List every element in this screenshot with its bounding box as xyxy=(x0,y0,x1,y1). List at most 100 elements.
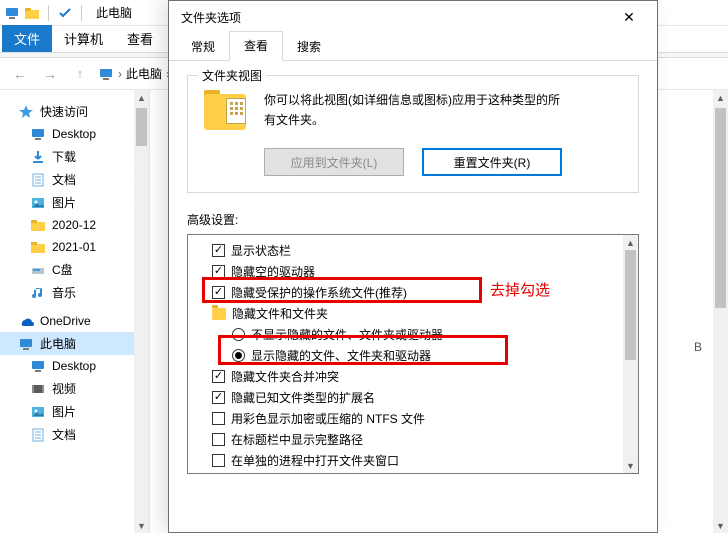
radio-icon[interactable] xyxy=(232,349,245,362)
checkbox-icon[interactable] xyxy=(212,265,225,278)
checkbox-icon[interactable] xyxy=(212,391,225,404)
pc-icon xyxy=(18,336,34,352)
adv-item-2[interactable]: 隐藏受保护的操作系统文件(推荐) xyxy=(202,283,632,302)
group-description: 你可以将此视图(如详细信息或图标)应用于这种类型的所 有文件夹。 xyxy=(264,90,560,134)
breadcrumb-current[interactable]: 此电脑 xyxy=(126,65,162,82)
ribbon-tab-computer[interactable]: 计算机 xyxy=(52,25,115,52)
sidebar-item-onedrive[interactable]: OneDrive xyxy=(0,310,149,332)
nav-fwd-icon[interactable]: → xyxy=(38,66,62,82)
sidebar-item-desktop[interactable]: Desktop📌 xyxy=(0,123,149,145)
adv-item-7[interactable]: 隐藏已知文件类型的扩展名 xyxy=(202,388,632,407)
scroll-thumb[interactable] xyxy=(715,108,726,308)
sidebar-item-文档[interactable]: 文档 xyxy=(0,423,149,446)
adv-item-label: 隐藏文件夹合并冲突 xyxy=(231,368,339,385)
sidebar-item-图片[interactable]: 图片📌 xyxy=(0,191,149,214)
scroll-thumb[interactable] xyxy=(136,108,147,146)
drive-letter-hint: B xyxy=(694,340,702,354)
scroll-up-icon[interactable]: ▲ xyxy=(134,90,149,105)
adv-item-4[interactable]: 不显示隐藏的文件、文件夹或驱动器 xyxy=(202,325,632,344)
checkmark-icon[interactable] xyxy=(57,5,73,21)
breadcrumb-sep[interactable]: › xyxy=(118,67,122,81)
radio-icon[interactable] xyxy=(232,328,245,341)
advanced-scrollbar[interactable]: ▲ ▼ xyxy=(623,235,638,473)
scroll-down-icon[interactable]: ▼ xyxy=(623,458,638,473)
scroll-up-icon[interactable]: ▲ xyxy=(623,235,638,250)
adv-item-5[interactable]: 显示隐藏的文件、文件夹和驱动器 xyxy=(202,346,632,365)
sidebar-scrollbar[interactable]: ▲ ▼ xyxy=(134,90,149,533)
adv-item-label: 隐藏已知文件类型的扩展名 xyxy=(231,389,375,406)
dialog-tabs: 常规 查看 搜索 xyxy=(169,33,657,61)
nav-up-icon[interactable]: ↑ xyxy=(68,68,92,80)
adv-item-label: 显示隐藏的文件、文件夹和驱动器 xyxy=(251,347,431,364)
window-title: 此电脑 xyxy=(90,4,132,21)
explorer-sidebar: 快速访问Desktop📌下载📌文档📌图片📌2020-122021-01C盘音乐 O… xyxy=(0,90,150,533)
sidebar-item-图片[interactable]: 图片 xyxy=(0,400,149,423)
desktop-icon xyxy=(30,126,46,142)
folder-preview-icon xyxy=(202,90,250,134)
advanced-settings-label: 高级设置: xyxy=(187,211,639,228)
doc-icon xyxy=(30,427,46,443)
sidebar-item-2020-12[interactable]: 2020-12 xyxy=(0,214,149,236)
sidebar-item-c盘[interactable]: C盘 xyxy=(0,258,149,281)
dialog-title: 文件夹选项 xyxy=(181,9,241,26)
ribbon-tab-view[interactable]: 查看 xyxy=(115,25,165,52)
folder-icon xyxy=(24,5,40,21)
scroll-up-icon[interactable]: ▲ xyxy=(713,90,728,105)
music-icon xyxy=(30,285,46,301)
picture-icon xyxy=(30,404,46,420)
star-icon xyxy=(18,104,34,120)
adv-item-3[interactable]: 隐藏文件和文件夹 xyxy=(202,304,632,323)
reset-folders-button[interactable]: 重置文件夹(R) xyxy=(422,148,562,176)
sidebar-item-视频[interactable]: 视频 xyxy=(0,377,149,400)
tab-search[interactable]: 搜索 xyxy=(283,33,335,61)
checkbox-icon[interactable] xyxy=(212,370,225,383)
annotation-text: 去掉勾选 xyxy=(490,279,550,300)
ribbon-tab-file[interactable]: 文件 xyxy=(2,25,52,52)
checkbox-icon[interactable] xyxy=(212,286,225,299)
adv-item-6[interactable]: 隐藏文件夹合并冲突 xyxy=(202,367,632,386)
sidebar-item-desktop[interactable]: Desktop xyxy=(0,355,149,377)
desktop-icon xyxy=(30,358,46,374)
close-icon[interactable]: ✕ xyxy=(609,3,649,31)
tab-view[interactable]: 查看 xyxy=(229,31,283,61)
adv-item-9[interactable]: 在标题栏中显示完整路径 xyxy=(202,430,632,449)
disk-icon xyxy=(30,262,46,278)
pc-icon xyxy=(4,5,20,21)
adv-item-label: 在列表视图中键入时 xyxy=(232,473,340,474)
folder-icon xyxy=(30,239,46,255)
adv-item-0[interactable]: 显示状态栏 xyxy=(202,241,632,260)
adv-item-10[interactable]: 在单独的进程中打开文件夹窗口 xyxy=(202,451,632,470)
nav-back-icon[interactable]: ← xyxy=(8,66,32,82)
adv-item-label: 用彩色显示加密或压缩的 NTFS 文件 xyxy=(231,410,425,427)
adv-item-label: 在单独的进程中打开文件夹窗口 xyxy=(231,452,399,469)
scroll-down-icon[interactable]: ▼ xyxy=(713,518,728,533)
dialog-titlebar[interactable]: 文件夹选项 ✕ xyxy=(169,1,657,33)
checkbox-icon[interactable] xyxy=(212,433,225,446)
sidebar-item-音乐[interactable]: 音乐 xyxy=(0,281,149,304)
folder-view-group: 文件夹视图 你可以将此视图(如详细信息或图标)应用于这种类型的所 有文件夹。 应… xyxy=(187,75,639,193)
adv-item-label: 显示状态栏 xyxy=(231,242,291,259)
sidebar-item-快速访问[interactable]: 快速访问 xyxy=(0,100,149,123)
folder-icon xyxy=(30,217,46,233)
sidebar-item-2021-01[interactable]: 2021-01 xyxy=(0,236,149,258)
picture-icon xyxy=(30,195,46,211)
checkbox-icon[interactable] xyxy=(212,244,225,257)
checkbox-icon[interactable] xyxy=(212,454,225,467)
adv-item-1[interactable]: 隐藏空的驱动器 xyxy=(202,262,632,281)
sidebar-item-文档[interactable]: 文档📌 xyxy=(0,168,149,191)
adv-item-8[interactable]: 用彩色显示加密或压缩的 NTFS 文件 xyxy=(202,409,632,428)
folder-icon xyxy=(212,308,226,320)
apply-to-folders-button[interactable]: 应用到文件夹(L) xyxy=(264,148,404,176)
adv-item-label: 隐藏空的驱动器 xyxy=(231,263,315,280)
sidebar-item-下载[interactable]: 下载📌 xyxy=(0,145,149,168)
tab-general[interactable]: 常规 xyxy=(177,33,229,61)
doc-icon xyxy=(30,172,46,188)
checkbox-icon[interactable] xyxy=(212,412,225,425)
scroll-thumb[interactable] xyxy=(625,250,636,360)
group-legend: 文件夹视图 xyxy=(198,67,266,84)
advanced-settings-box: 显示状态栏隐藏空的驱动器隐藏受保护的操作系统文件(推荐) 隐藏文件和文件夹不显示隐… xyxy=(187,234,639,474)
sidebar-item-此电脑[interactable]: 此电脑 xyxy=(0,332,149,355)
scroll-down-icon[interactable]: ▼ xyxy=(134,518,149,533)
content-scrollbar[interactable]: ▲ ▼ xyxy=(713,90,728,533)
adv-item-11[interactable]: 在列表视图中键入时 xyxy=(202,472,632,474)
